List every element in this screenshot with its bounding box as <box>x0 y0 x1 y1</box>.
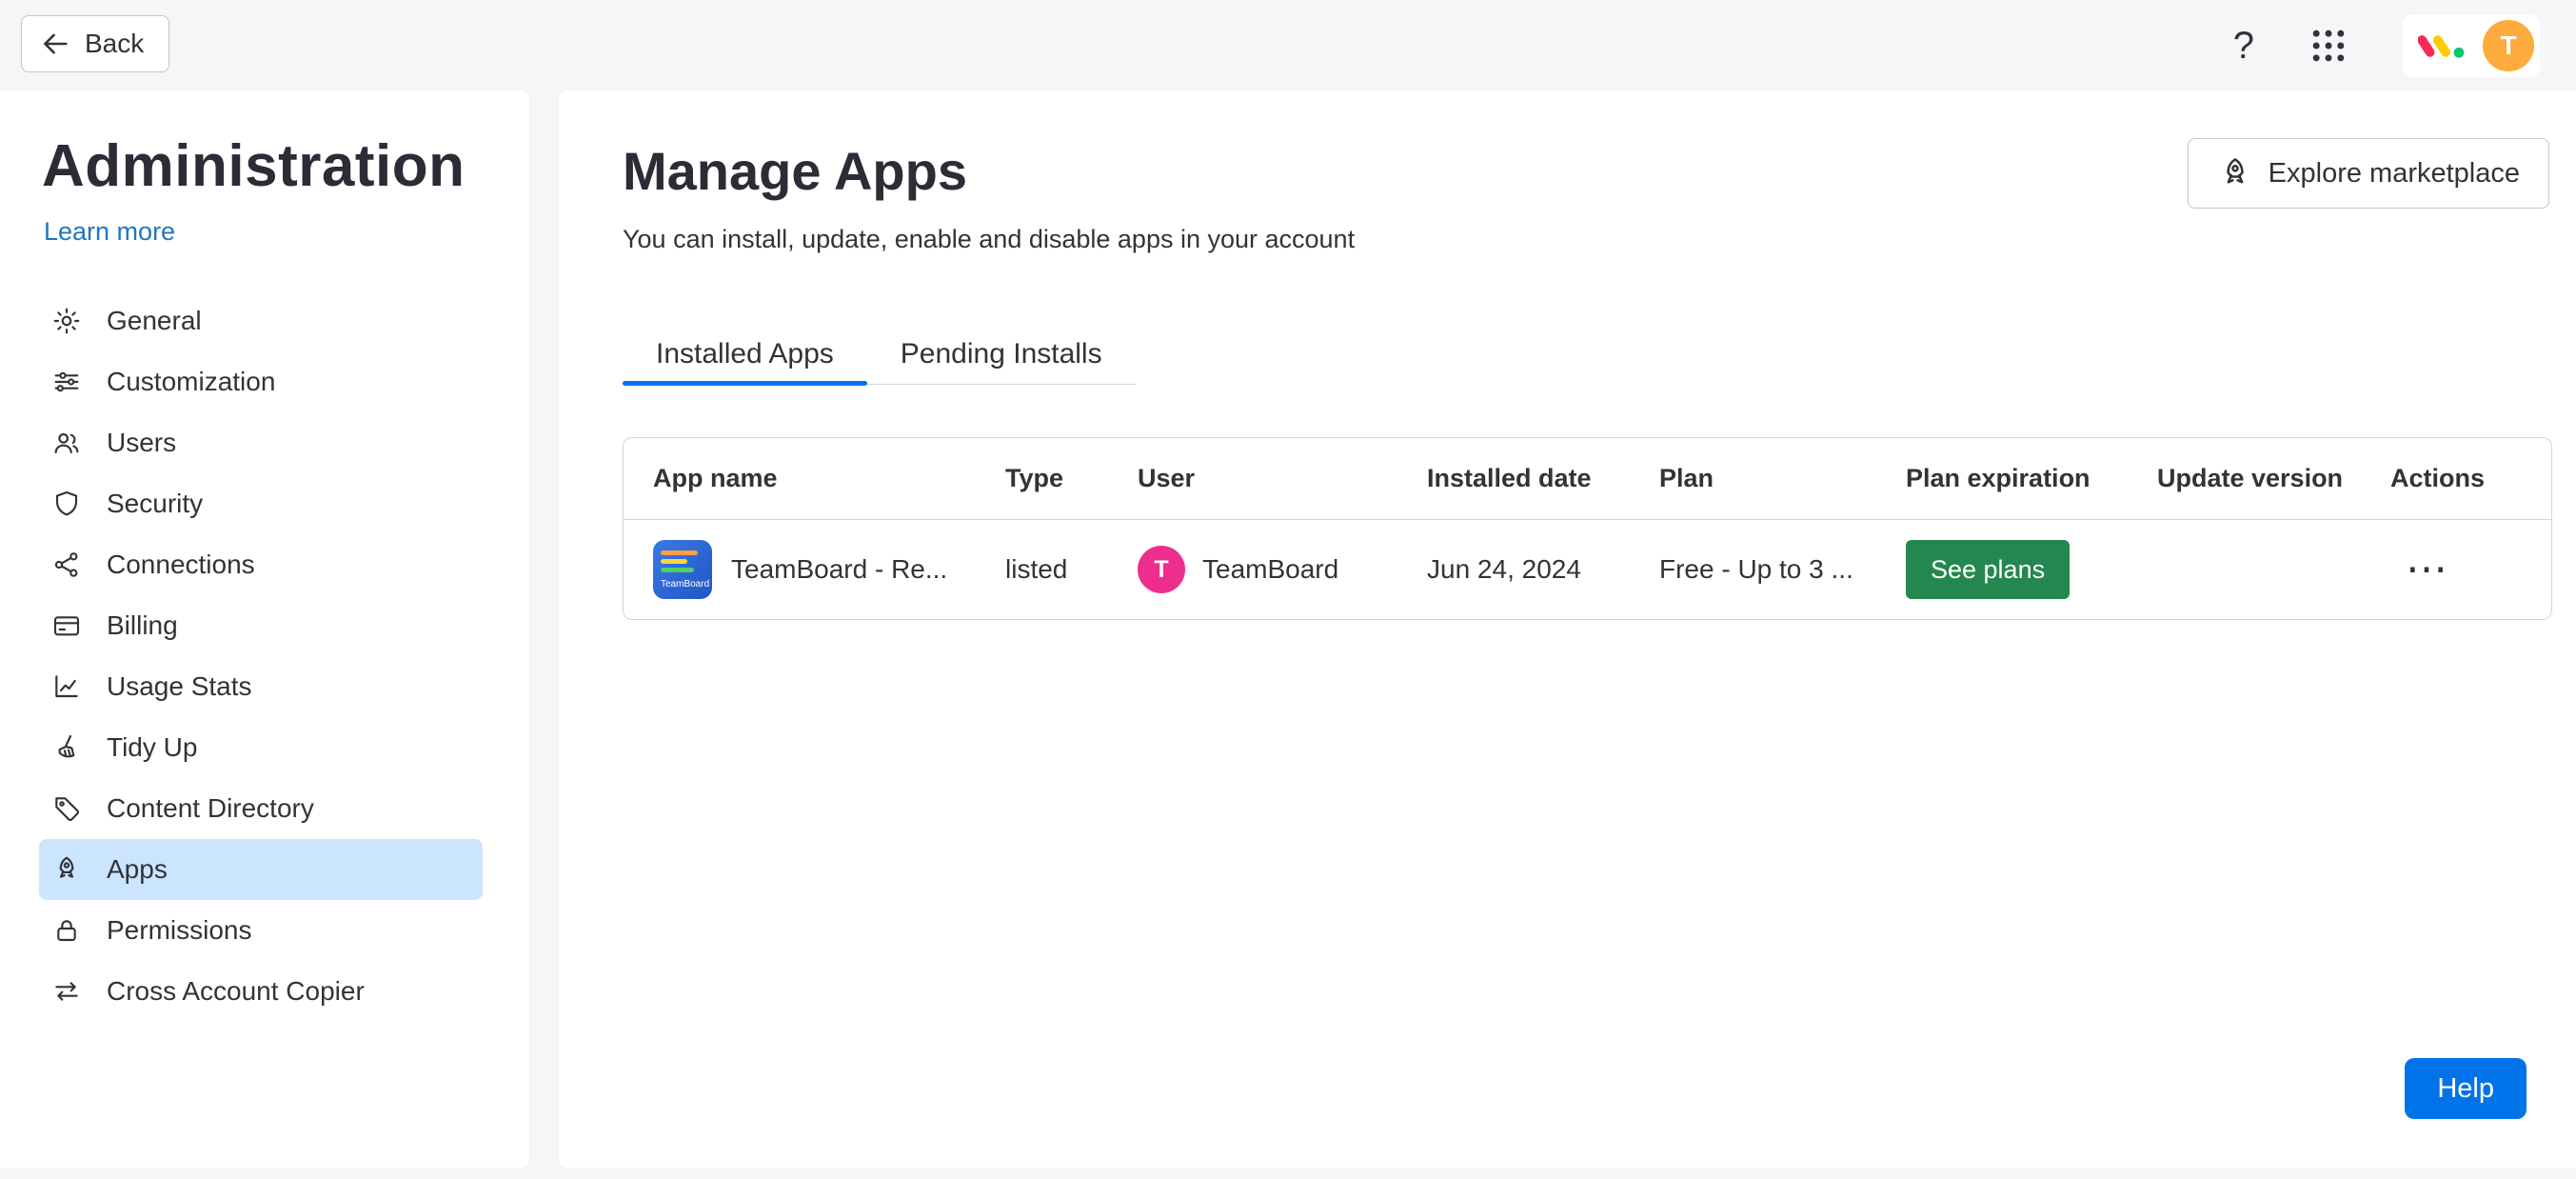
sidebar-item-security[interactable]: Security <box>39 473 483 534</box>
shield-icon <box>51 489 82 519</box>
sidebar-item-general[interactable]: General <box>39 290 483 351</box>
row-actions-menu-icon[interactable]: ⋯ <box>2390 549 2551 590</box>
question-mark-icon[interactable]: ? <box>2233 27 2254 65</box>
column-header-plan: Plan <box>1659 464 1714 492</box>
apps-table: App name Type User Installed date Plan P… <box>623 437 2552 620</box>
sidebar-item-label: Content Directory <box>107 793 314 824</box>
main-panel: Manage Apps You can install, update, ena… <box>559 90 2576 1168</box>
sliders-icon <box>51 367 82 397</box>
sidebar-item-usage-stats[interactable]: Usage Stats <box>39 656 483 717</box>
help-button[interactable]: Help <box>2405 1058 2526 1119</box>
column-header-plan-expiration: Plan expiration <box>1906 464 2091 492</box>
sidebar-item-cross-account-copier[interactable]: Cross Account Copier <box>39 961 483 1022</box>
tab-bar: Installed Apps Pending Installs <box>623 325 1136 386</box>
table-header-row: App name Type User Installed date Plan P… <box>624 438 2551 520</box>
sidebar-item-permissions[interactable]: Permissions <box>39 900 483 961</box>
teamboard-app-icon: TeamBoard <box>653 540 712 599</box>
apps-grid-icon[interactable] <box>2308 25 2349 67</box>
users-icon <box>51 428 82 458</box>
account-switcher[interactable]: T <box>2403 13 2540 77</box>
column-header-installed-date: Installed date <box>1427 464 1592 492</box>
installed-date-cell: Jun 24, 2024 <box>1427 554 1581 584</box>
page-subtitle: You can install, update, enable and disa… <box>623 225 1356 253</box>
topbar: Back ? T <box>0 0 2576 90</box>
column-header-update-version: Update version <box>2157 464 2344 492</box>
sidebar-item-billing[interactable]: Billing <box>39 595 483 656</box>
column-header-actions: Actions <box>2390 464 2486 492</box>
plan-expiration-cell: See plans <box>1906 540 2157 599</box>
sidebar-item-label: Cross Account Copier <box>107 976 365 1007</box>
column-header-type: Type <box>1005 464 1064 492</box>
user-avatar[interactable]: T <box>2483 19 2534 71</box>
sidebar-item-tidy-up[interactable]: Tidy Up <box>39 717 483 778</box>
explore-marketplace-label: Explore marketplace <box>2268 157 2520 189</box>
tab-pending-installs[interactable]: Pending Installs <box>867 325 1136 384</box>
gear-icon <box>51 306 82 336</box>
sidebar-item-label: Security <box>107 489 204 519</box>
tag-icon <box>51 793 82 824</box>
sidebar-item-users[interactable]: Users <box>39 412 483 473</box>
app-name-text: TeamBoard - Re... <box>731 554 948 584</box>
sidebar-item-label: Connections <box>107 550 255 580</box>
line-chart-icon <box>51 671 82 702</box>
column-header-user: User <box>1138 464 1196 492</box>
user-name-text: TeamBoard <box>1202 554 1339 584</box>
sidebar-item-label: Apps <box>107 854 168 885</box>
lock-icon <box>51 915 82 946</box>
user-cell: T TeamBoard <box>1138 546 1427 593</box>
marketplace-rocket-icon <box>2226 158 2244 184</box>
sidebar-item-label: Users <box>107 428 177 458</box>
sidebar-item-customization[interactable]: Customization <box>39 351 483 412</box>
sidebar-item-label: Permissions <box>107 915 252 946</box>
app-name-cell: TeamBoard TeamBoard - Re... <box>653 540 1005 599</box>
app-icon-text: TeamBoard <box>661 578 710 590</box>
transfer-arrows-icon <box>51 976 82 1007</box>
sidebar-item-label: Customization <box>107 367 276 397</box>
sidebar-item-label: Tidy Up <box>107 732 198 763</box>
broom-icon <box>51 732 82 763</box>
sidebar-nav: General Customization Users Security Con <box>0 290 529 1022</box>
table-row: TeamBoard TeamBoard - Re... listed T Tea… <box>624 520 2551 619</box>
sidebar-item-connections[interactable]: Connections <box>39 534 483 595</box>
sidebar-title: Administration <box>42 133 466 199</box>
column-header-app-name: App name <box>653 464 778 492</box>
sidebar-item-content-directory[interactable]: Content Directory <box>39 778 483 839</box>
back-arrow-icon <box>44 33 68 54</box>
sidebar-item-apps[interactable]: Apps <box>39 839 483 901</box>
sidebar-item-label: General <box>107 306 202 336</box>
nodes-icon <box>51 550 82 580</box>
admin-sidebar: Administration Learn more General Custom… <box>0 90 529 1168</box>
rocket-icon <box>51 854 82 885</box>
back-button-label: Back <box>85 29 145 58</box>
sidebar-item-label: Billing <box>107 610 178 641</box>
explore-marketplace-button[interactable]: Explore marketplace <box>2187 138 2549 209</box>
type-cell: listed <box>1005 554 1068 584</box>
back-button[interactable]: Back <box>21 15 170 72</box>
plan-cell: Free - Up to 3 ... <box>1659 554 1853 584</box>
credit-card-icon <box>51 610 82 641</box>
see-plans-button[interactable]: See plans <box>1906 540 2071 599</box>
teamboard-user-avatar: T <box>1138 546 1185 593</box>
learn-more-link[interactable]: Learn more <box>44 217 175 247</box>
sidebar-item-label: Usage Stats <box>107 671 252 702</box>
monday-logo-icon <box>2418 34 2465 58</box>
topbar-right-cluster: ? T <box>2233 0 2540 90</box>
tab-installed-apps[interactable]: Installed Apps <box>623 325 867 386</box>
